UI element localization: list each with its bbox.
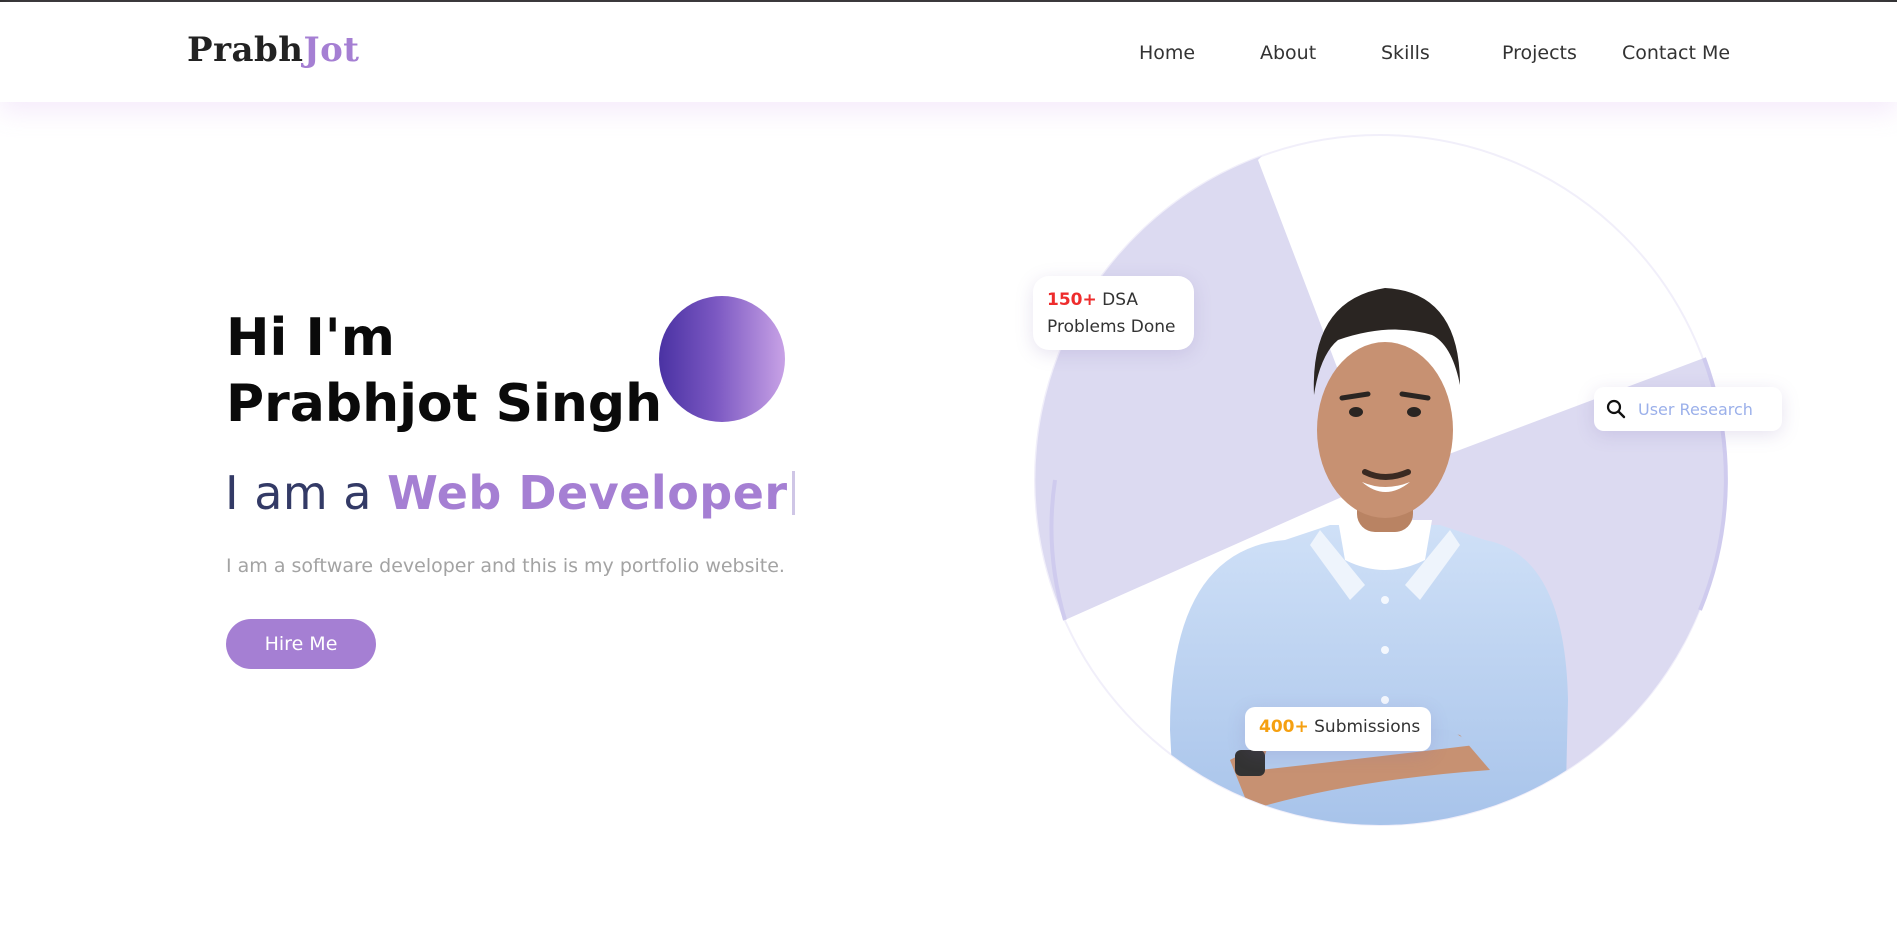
dsa-stats-card: 150+ DSA Problems Done: [1033, 276, 1194, 350]
role-typewriter: I am a Web Developer: [225, 466, 795, 520]
nav-link-skills[interactable]: Skills: [1381, 42, 1430, 64]
greeting-line1: Hi I'm: [226, 308, 395, 368]
nav-link-home[interactable]: Home: [1139, 42, 1195, 64]
search-placeholder: User Research: [1638, 399, 1753, 419]
search-chip: User Research: [1594, 387, 1782, 431]
logo-part2: Jot: [303, 30, 360, 70]
gradient-orb-decoration: [659, 296, 785, 422]
typing-cursor: [791, 471, 795, 515]
navbar: PrabhJot Home About Skills Projects Cont…: [0, 2, 1897, 102]
dsa-sub-label: Problems Done: [1047, 317, 1176, 337]
submissions-card: 400+ Submissions: [1245, 707, 1431, 751]
site-logo[interactable]: PrabhJot: [187, 30, 360, 70]
nav-link-projects[interactable]: Projects: [1502, 42, 1577, 64]
submissions-label: Submissions: [1314, 717, 1421, 737]
logo-part1: Prabh: [187, 30, 304, 70]
dsa-count: 150+: [1047, 290, 1097, 310]
dsa-label: DSA: [1102, 290, 1138, 310]
submissions-count: 400+: [1259, 717, 1309, 737]
greeting-name: Prabhjot Singh: [226, 374, 663, 434]
nav-link-contact[interactable]: Contact Me: [1622, 42, 1730, 64]
hire-me-button[interactable]: Hire Me: [226, 619, 376, 669]
hero-description: I am a software developer and this is my…: [226, 555, 785, 577]
search-icon: [1606, 399, 1626, 419]
role-prefix: I am a: [225, 466, 388, 520]
role-highlight: Web Developer: [387, 466, 788, 520]
nav-link-about[interactable]: About: [1260, 42, 1316, 64]
hero-title: Hi I'm Prabhjot Singh: [226, 305, 662, 437]
